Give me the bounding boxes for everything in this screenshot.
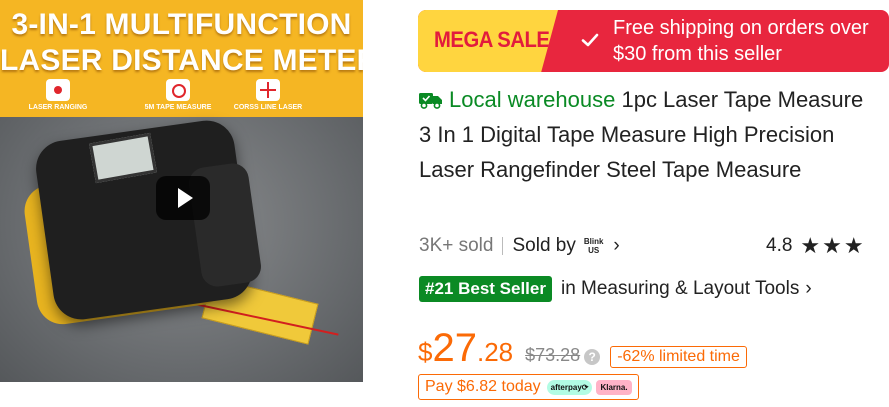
truck-icon	[419, 93, 442, 109]
feature-cross-line: CORSS LINE LASER	[218, 79, 318, 111]
feature-laser-ranging: LASER RANGING	[8, 79, 108, 111]
discount-badge: -62% limited time	[610, 346, 747, 368]
video-play-button[interactable]	[156, 176, 210, 220]
seller-logo-line1: Blink	[583, 237, 604, 246]
installment-pay-row[interactable]: Pay $6.82 today afterpay⟳ Klarna.	[418, 374, 639, 400]
shipping-line2: $30 from this seller	[613, 43, 782, 65]
product-title: Local warehouse 1pc Laser Tape Measure 3…	[419, 82, 869, 187]
image-title-line2: LASER DISTANCE METER	[0, 44, 363, 77]
sale-tag: MEGA SALE	[418, 10, 558, 72]
check-icon	[581, 33, 599, 47]
seller-logo-line2: US	[588, 246, 600, 255]
feature-label: LASER RANGING	[28, 104, 88, 111]
chevron-right-icon: ›	[805, 278, 812, 299]
sold-by-link[interactable]: Sold by Blink US ›	[512, 235, 619, 257]
mega-sale-banner: MEGA SALE Free shipping on orders over $…	[418, 10, 889, 72]
sold-by-label: Sold by	[512, 235, 576, 256]
divider	[502, 237, 504, 255]
sale-label: MEGA SALE	[434, 27, 550, 52]
best-seller-row[interactable]: #21 Best Seller in Measuring & Layout To…	[419, 274, 812, 304]
feature-tape-measure: 5M TAPE MEASURE	[128, 79, 228, 111]
shipping-line1: Free shipping on orders over	[613, 17, 869, 39]
local-warehouse-label: Local warehouse	[449, 87, 616, 112]
free-shipping-text: Free shipping on orders over $30 from th…	[613, 15, 869, 67]
sold-count: 3K+ sold	[419, 235, 494, 256]
info-icon[interactable]: ?	[584, 349, 601, 365]
rating[interactable]: 4.8 ★★★	[766, 232, 866, 260]
price-currency: $	[418, 337, 433, 367]
product-image[interactable]: 3-IN-1 MULTIFUNCTION LASER DISTANCE METE…	[0, 0, 363, 382]
star-icons: ★★★	[800, 233, 866, 258]
rating-value: 4.8	[766, 235, 793, 256]
price-decimal: .28	[476, 337, 514, 367]
afterpay-logo: afterpay⟳	[546, 379, 593, 395]
laser-icon	[46, 79, 70, 101]
original-price: $73.28	[525, 345, 581, 365]
seller-logo: Blink US	[584, 237, 604, 255]
tape-icon	[166, 79, 190, 101]
chevron-right-icon: ›	[613, 235, 620, 256]
crosshair-icon	[256, 79, 280, 101]
best-seller-badge: #21 Best Seller	[419, 276, 552, 302]
image-title-line1: 3-IN-1 MULTIFUNCTION	[11, 8, 352, 41]
installment-text: Pay $6.82 today	[425, 378, 541, 395]
feature-label: CORSS LINE LASER	[233, 104, 303, 111]
feature-label: 5M TAPE MEASURE	[144, 104, 212, 111]
klarna-logo: Klarna.	[596, 379, 632, 395]
price-integer: 27	[432, 326, 477, 370]
sold-row: 3K+ sold Sold by Blink US ›	[419, 232, 620, 260]
price-row: $ 27 .28 $73.28 ? -62% limited time	[418, 326, 747, 372]
best-seller-category: in Measuring & Layout Tools	[560, 278, 800, 299]
image-banner: 3-IN-1 MULTIFUNCTION LASER DISTANCE METE…	[0, 0, 363, 117]
